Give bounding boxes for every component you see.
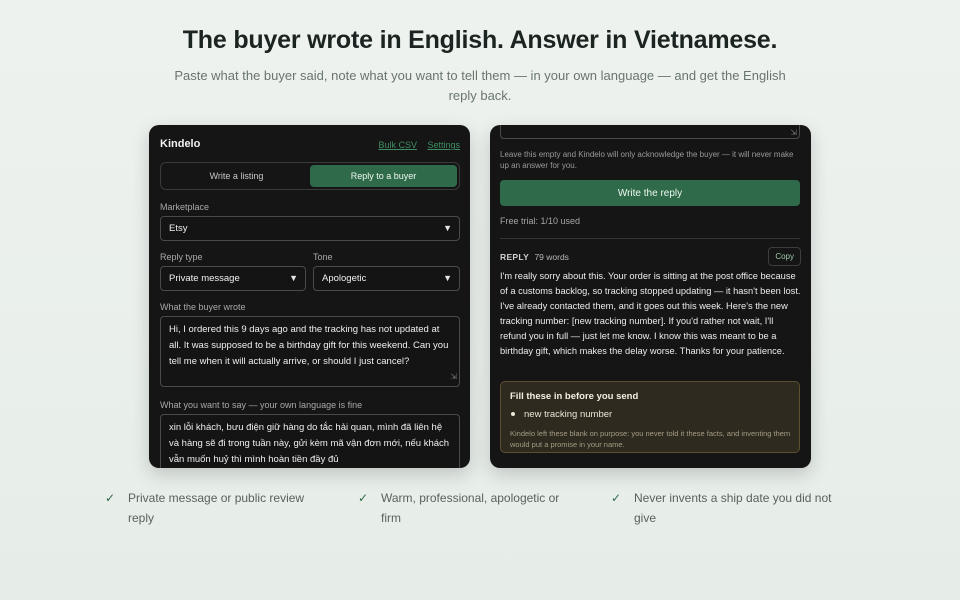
resize-handle-icon[interactable]: ⇲ xyxy=(450,369,457,385)
check-icon: ✓ xyxy=(358,491,369,505)
list-item: new tracking number xyxy=(511,409,612,420)
reply-type-label: Reply type xyxy=(160,252,203,262)
tone-select[interactable]: Apologetic ▼ xyxy=(313,266,460,291)
tab-reply-buyer[interactable]: Reply to a buyer xyxy=(310,165,457,187)
check-icon: ✓ xyxy=(611,491,622,505)
write-reply-button[interactable]: Write the reply xyxy=(500,180,800,206)
resize-handle-icon[interactable]: ⇲ xyxy=(790,128,797,137)
you-say-label: What you want to say — your own language… xyxy=(160,400,363,410)
word-count: 79 words xyxy=(534,252,569,262)
fill-in-title: Fill these in before you send xyxy=(510,391,639,402)
tab-write-listing[interactable]: Write a listing xyxy=(163,165,310,187)
fill-in-warning: Fill these in before you send new tracki… xyxy=(500,381,800,453)
your-message-text: xin lỗi khách, bưu điện giữ hàng do tắc … xyxy=(169,422,450,465)
buyer-message-textarea[interactable]: Hi, I ordered this 9 days ago and the tr… xyxy=(160,316,460,387)
settings-link[interactable]: Settings xyxy=(427,140,460,150)
hero-title: The buyer wrote in English. Answer in Vi… xyxy=(182,26,778,54)
hero-subtitle: Paste what the buyer said, note what you… xyxy=(174,68,786,103)
bullet-icon xyxy=(511,412,515,417)
your-message-textarea[interactable]: xin lỗi khách, bưu điện giữ hàng do tắc … xyxy=(160,414,460,468)
tone-label: Tone xyxy=(313,252,333,262)
reply-form-panel: Kindelo Bulk CSV Settings Write a listin… xyxy=(149,125,470,468)
reply-output-panel: ⇲ Leave this empty and Kindelo will only… xyxy=(490,125,811,468)
feature-text: Never invents a ship date you did not gi… xyxy=(634,491,832,525)
reply-type-value: Private message xyxy=(169,273,240,284)
buyer-message-text: Hi, I ordered this 9 days ago and the tr… xyxy=(169,324,449,367)
mode-switch: Write a listing Reply to a buyer xyxy=(160,162,460,190)
bulk-csv-link[interactable]: Bulk CSV xyxy=(378,140,417,150)
reply-type-select[interactable]: Private message ▼ xyxy=(160,266,306,291)
reply-header: REPLY 79 words xyxy=(500,252,569,262)
empty-hint: Leave this empty and Kindelo will only a… xyxy=(500,150,794,170)
chevron-down-icon: ▼ xyxy=(443,223,452,233)
marketplace-value: Etsy xyxy=(169,223,188,234)
feature-text: Private message or public review reply xyxy=(128,491,305,525)
feature-text: Warm, professional, apologetic or firm xyxy=(381,491,560,525)
reply-label: REPLY xyxy=(500,252,530,262)
chevron-down-icon: ▼ xyxy=(443,273,452,283)
fill-in-item: new tracking number xyxy=(524,409,613,420)
check-icon: ✓ xyxy=(105,491,116,505)
notes-textarea[interactable]: ⇲ xyxy=(500,125,800,139)
brand-logo: Kindelo xyxy=(160,138,201,150)
buyer-wrote-label: What the buyer wrote xyxy=(160,302,246,312)
copy-button[interactable]: Copy xyxy=(768,247,801,266)
tone-value: Apologetic xyxy=(322,273,367,284)
trial-status: Free trial: 1/10 used xyxy=(500,216,581,226)
chevron-down-icon: ▼ xyxy=(289,273,298,283)
reply-text: I'm really sorry about this. Your order … xyxy=(500,271,801,357)
divider xyxy=(500,238,800,239)
top-links: Bulk CSV Settings xyxy=(370,140,460,150)
fill-in-note: Kindelo left these blank on purpose: you… xyxy=(510,429,791,449)
marketplace-label: Marketplace xyxy=(160,202,210,212)
marketplace-select[interactable]: Etsy ▼ xyxy=(160,216,460,241)
